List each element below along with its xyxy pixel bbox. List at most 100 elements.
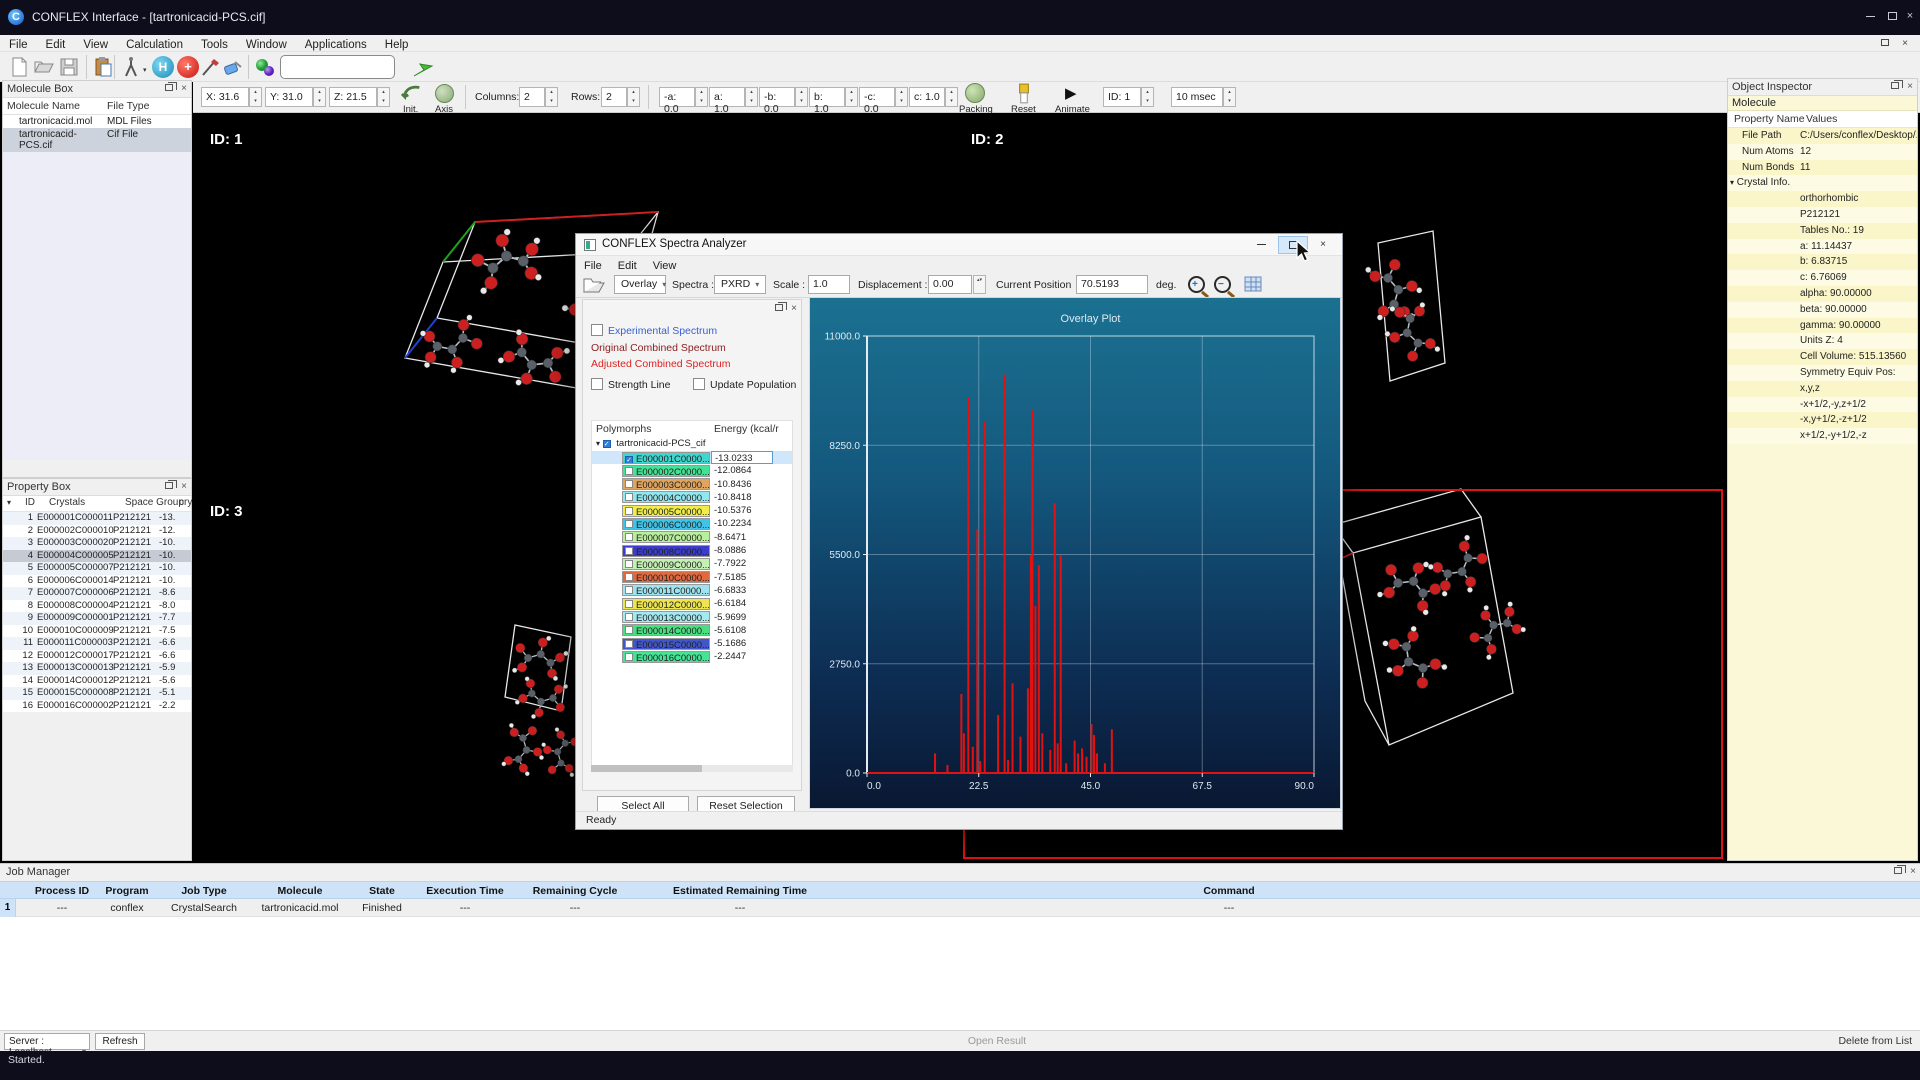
minus-a-translate-spinner[interactable]: ▴▾ bbox=[695, 87, 708, 107]
polymorph-checkbox[interactable] bbox=[625, 586, 633, 594]
strength-line-checkbox[interactable]: Strength Line bbox=[591, 378, 670, 391]
property-row[interactable]: 13E000013C000013P212121-5.9 bbox=[3, 662, 191, 675]
molecule-row[interactable]: tartronicacid.molMDL Files bbox=[3, 115, 191, 128]
menu-calculation[interactable]: Calculation bbox=[117, 37, 192, 53]
job-row[interactable]: 1---conflexCrystalSearchtartronicacid.mo… bbox=[0, 899, 1920, 917]
polymorph-checkbox[interactable] bbox=[625, 626, 633, 634]
rows-value-spinner[interactable]: ▴▾ bbox=[627, 87, 640, 107]
maximize-button[interactable] bbox=[1884, 8, 1900, 24]
expand-icon[interactable]: ▾ bbox=[596, 439, 600, 448]
float-panel-icon[interactable] bbox=[165, 482, 173, 489]
inspector-row[interactable]: orthorhombic bbox=[1728, 191, 1917, 207]
animate-interval[interactable]: 10 msec bbox=[1171, 87, 1223, 107]
close-panel-icon[interactable]: × bbox=[1907, 81, 1913, 92]
x-rotation-spinner[interactable]: ▴▾ bbox=[249, 87, 262, 107]
polymorph-checkbox[interactable] bbox=[625, 520, 633, 528]
mdi-restore-button[interactable] bbox=[1878, 37, 1892, 50]
experimental-spectrum-checkbox[interactable]: Experimental Spectrum bbox=[591, 324, 717, 337]
y-rotation[interactable]: Y: 31.0 bbox=[265, 87, 313, 107]
polymorph-checkbox[interactable] bbox=[625, 640, 633, 648]
delete-from-list-button[interactable]: Delete from List bbox=[1838, 1035, 1912, 1047]
menu-view[interactable]: View bbox=[74, 37, 117, 53]
inspector-row[interactable]: c: 6.76069 bbox=[1728, 270, 1917, 286]
polymorph-checkbox[interactable] bbox=[625, 613, 633, 621]
add-atom-icon[interactable]: + bbox=[177, 56, 199, 78]
polymorph-row[interactable]: E000011C0000...-6.6833 bbox=[592, 584, 792, 597]
scale-input[interactable]: 1.0 bbox=[808, 275, 850, 294]
property-row[interactable]: 10E000010C000009P212121-7.5 bbox=[3, 625, 191, 638]
inspector-row[interactable]: Tables No.: 19 bbox=[1728, 223, 1917, 239]
spectra-minimize-button[interactable] bbox=[1246, 236, 1276, 254]
animate-id[interactable]: ID: 1 bbox=[1103, 87, 1141, 107]
polymorph-checkbox[interactable] bbox=[625, 480, 633, 488]
polymorph-root-row[interactable]: ▾ ✓ tartronicacid-PCS_cif bbox=[592, 437, 792, 451]
polymorph-row[interactable]: E000007C0000...-8.6471 bbox=[592, 531, 792, 544]
measure-tool-icon[interactable] bbox=[120, 56, 142, 78]
c-translate[interactable]: c: 1.0 bbox=[909, 87, 945, 107]
measure-dropdown-icon[interactable]: ▾ bbox=[143, 66, 147, 74]
animate-interval-spinner[interactable]: ▴▾ bbox=[1223, 87, 1236, 107]
inspector-row[interactable]: Units Z: 4 bbox=[1728, 333, 1917, 349]
property-row[interactable]: 9E000009C000001P212121-7.7 bbox=[3, 612, 191, 625]
minus-c-translate-spinner[interactable]: ▴▾ bbox=[895, 87, 908, 107]
float-panel-icon[interactable] bbox=[1894, 867, 1902, 874]
polymorph-row[interactable]: E000010C0000...-7.5185 bbox=[592, 571, 792, 584]
inspector-row[interactable]: x,y,z bbox=[1728, 381, 1917, 397]
menu-window[interactable]: Window bbox=[237, 37, 296, 53]
inspector-row[interactable]: beta: 90.00000 bbox=[1728, 302, 1917, 318]
minus-a-translate[interactable]: -a: 0.0 bbox=[659, 87, 695, 107]
polymorph-row[interactable]: E000006C0000...-10.2234 bbox=[592, 517, 792, 530]
draw-bond-icon[interactable] bbox=[200, 56, 222, 78]
root-checkbox[interactable]: ✓ bbox=[603, 440, 611, 448]
close-button[interactable]: × bbox=[1902, 8, 1918, 24]
columns-value-spinner[interactable]: ▴▾ bbox=[545, 87, 558, 107]
molecule-row[interactable]: tartronicacid-PCS.cifCif File bbox=[3, 128, 191, 152]
inspector-row[interactable]: alpha: 90.00000 bbox=[1728, 286, 1917, 302]
float-panel-icon[interactable] bbox=[775, 304, 783, 311]
polymorph-row[interactable]: E000003C0000...-10.8436 bbox=[592, 478, 792, 491]
polymorph-row[interactable]: E000016C0000...-2.2447 bbox=[592, 650, 792, 663]
polymorph-row[interactable]: E000002C0000...-12.0864 bbox=[592, 464, 792, 477]
displacement-input[interactable]: 0.00 bbox=[928, 275, 972, 294]
polymorph-checkbox[interactable] bbox=[625, 467, 633, 475]
polymorph-row[interactable]: E000012C0000...-6.6184 bbox=[592, 597, 792, 610]
inspector-row[interactable]: Num Bonds11 bbox=[1728, 160, 1917, 176]
property-row[interactable]: 14E000014C000012P212121-5.6 bbox=[3, 675, 191, 688]
spectra-menu-edit[interactable]: Edit bbox=[610, 259, 645, 273]
erase-icon[interactable] bbox=[222, 56, 244, 78]
close-panel-icon[interactable]: × bbox=[1910, 866, 1916, 877]
property-row[interactable]: 16E000016C000002P212121-2.2 bbox=[3, 700, 191, 713]
minus-b-translate[interactable]: -b: 0.0 bbox=[759, 87, 795, 107]
rows-value[interactable]: 2 bbox=[601, 87, 627, 107]
polymorph-checkbox[interactable] bbox=[625, 600, 633, 608]
molecule-builder-icon[interactable] bbox=[254, 56, 276, 78]
polymorph-row[interactable]: E000014C0000...-5.6108 bbox=[592, 624, 792, 637]
property-row[interactable]: 3E000003C000020P212121-10. bbox=[3, 537, 191, 550]
inspector-row[interactable]: File PathC:/Users/conflex/Desktop/... bbox=[1728, 128, 1917, 144]
spectra-menu-view[interactable]: View bbox=[645, 259, 685, 273]
animate-play-icon[interactable]: ▶ bbox=[1065, 84, 1077, 102]
polymorph-row[interactable]: E000015C0000...-5.1686 bbox=[592, 637, 792, 650]
toolbar-search-input[interactable] bbox=[280, 55, 395, 79]
close-panel-icon[interactable]: × bbox=[181, 481, 187, 492]
float-panel-icon[interactable] bbox=[1891, 82, 1899, 89]
polymorph-checkbox[interactable] bbox=[625, 547, 633, 555]
open-file-icon[interactable] bbox=[33, 56, 55, 78]
spectra-open-icon[interactable] bbox=[582, 274, 606, 296]
inspector-row[interactable]: a: 11.14437 bbox=[1728, 239, 1917, 255]
inspector-row[interactable]: x+1/2,-y+1/2,-z bbox=[1728, 428, 1917, 444]
property-row[interactable]: 15E000015C000008P212121-5.1 bbox=[3, 687, 191, 700]
overlay-plot[interactable]: Overlay Plot0.022.545.067.590.00.02750.0… bbox=[809, 297, 1341, 809]
menu-edit[interactable]: Edit bbox=[37, 37, 75, 53]
new-file-icon[interactable] bbox=[8, 56, 30, 78]
expand-icon[interactable]: ▾ bbox=[1730, 178, 1734, 187]
menu-applications[interactable]: Applications bbox=[296, 37, 376, 53]
polymorph-row[interactable]: ✓E000001C0000...-13.0233 bbox=[592, 451, 792, 464]
polymorphs-hscrollbar[interactable] bbox=[591, 765, 793, 772]
spectra-type-select[interactable]: PXRD▾ bbox=[714, 275, 766, 294]
save-file-icon[interactable] bbox=[58, 56, 80, 78]
spectra-titlebar[interactable]: CONFLEX Spectra Analyzer × bbox=[576, 234, 1342, 256]
zoom-in-icon[interactable]: + bbox=[1188, 276, 1205, 293]
run-icon[interactable] bbox=[412, 56, 434, 78]
polymorph-row[interactable]: E000013C0000...-5.9699 bbox=[592, 611, 792, 624]
